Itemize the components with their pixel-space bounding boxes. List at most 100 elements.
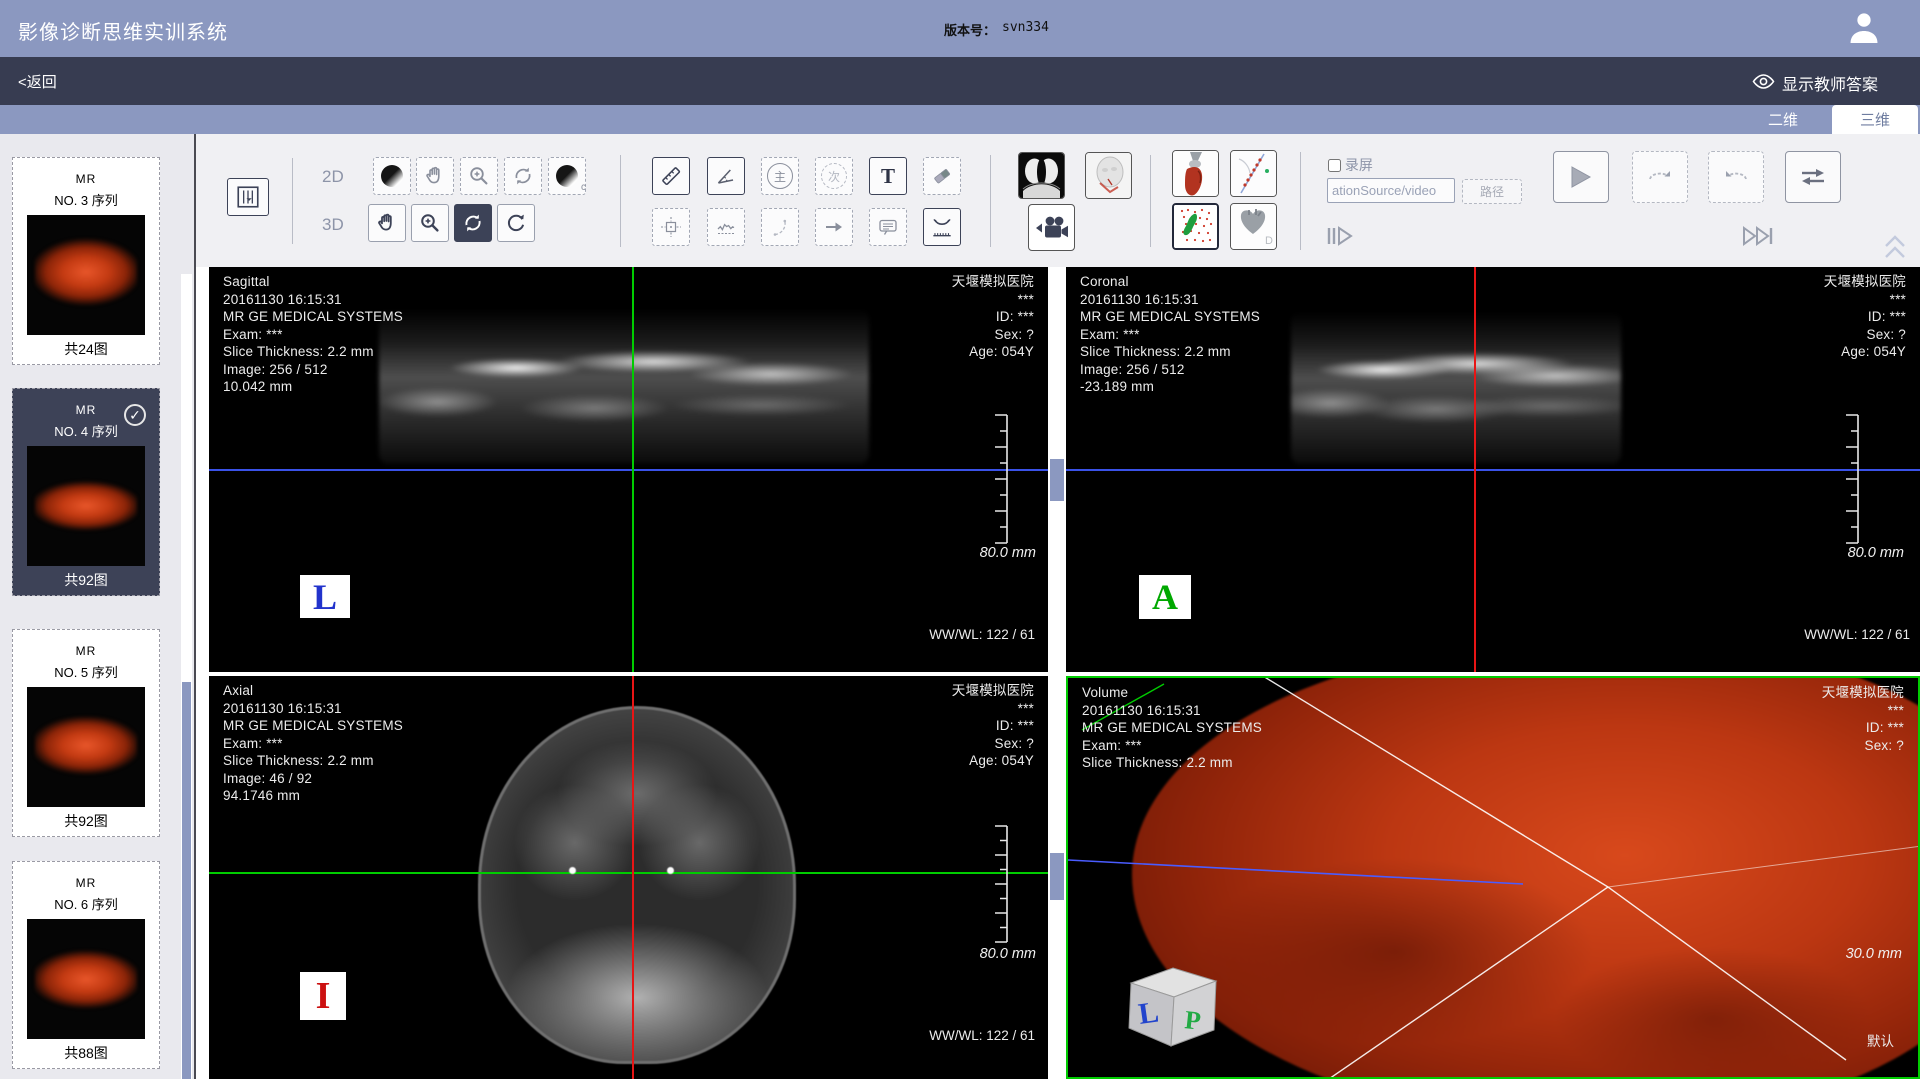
- scale-label: 30.0 mm: [1846, 946, 1902, 962]
- ruler-tool[interactable]: [652, 157, 690, 195]
- head-preset-button[interactable]: [1085, 152, 1132, 199]
- pan-tool-2d[interactable]: [416, 157, 454, 195]
- version-label: 版本号：: [944, 20, 996, 39]
- viewport-coronal[interactable]: Coronal 20161130 16:15:31 MR GE MEDICAL …: [1066, 267, 1920, 672]
- crosshair-horizontal-blue[interactable]: [209, 469, 1048, 471]
- knee-icon: [1173, 151, 1218, 196]
- lung-preset-button[interactable]: [1018, 152, 1065, 199]
- knee-preset-button[interactable]: [1172, 150, 1219, 197]
- tab-2d[interactable]: 二维: [1748, 105, 1818, 134]
- crosshair-vertical-red[interactable]: [632, 676, 634, 1079]
- zoom-tool-2d[interactable]: [460, 157, 498, 195]
- heart-preset-button[interactable]: D: [1230, 203, 1277, 250]
- text-annotation-tool[interactable]: T: [869, 157, 907, 195]
- patient-age: Age: 054Y: [1824, 343, 1906, 361]
- path-button[interactable]: 路径: [1462, 179, 1522, 204]
- series-card-3[interactable]: MR NO. 3 序列 共24图: [12, 157, 160, 365]
- rotate-ccw-icon: [1722, 165, 1750, 189]
- arrow-annotation-tool[interactable]: [815, 208, 853, 246]
- secondary-roi-tool[interactable]: 次: [815, 157, 853, 195]
- series-card-6[interactable]: MR NO. 6 序列 共88图: [12, 861, 160, 1069]
- axial-slice-scrollbar[interactable]: [1050, 853, 1064, 900]
- refresh-tool-2d[interactable]: [504, 157, 542, 195]
- comment-annotation-tool[interactable]: [869, 208, 907, 246]
- header-bar: 影像诊断思维实训系统 版本号： svn334: [0, 0, 1920, 57]
- viewport-title: Sagittal: [223, 273, 403, 291]
- patient-id: ID: ***: [952, 717, 1034, 735]
- export-video-button[interactable]: [1028, 204, 1075, 251]
- patient-sex: Sex: ?: [1824, 326, 1906, 344]
- eraser-tool[interactable]: [923, 157, 961, 195]
- window-level-reset-tool-2d[interactable]: c: [548, 157, 586, 195]
- viewport-sagittal[interactable]: Sagittal 20161130 16:15:31 MR GE MEDICAL…: [209, 267, 1048, 672]
- volume-patient-block: 天堰模拟医院 *** ID: *** Sex: ?: [1822, 684, 1904, 754]
- rotate-tool-3d-active[interactable]: [454, 204, 492, 242]
- ruler-icon: [658, 163, 684, 189]
- sagittal-slice-scrollbar[interactable]: [1050, 459, 1064, 501]
- profile-curve-icon: [714, 215, 738, 239]
- series-count: 共92图: [13, 811, 159, 831]
- curve-tool[interactable]: [761, 208, 799, 246]
- viewport-volume-3d[interactable]: L P Volume 20161130 16:15:31 MR GE MEDIC…: [1066, 676, 1920, 1079]
- tab-3d[interactable]: 三维: [1832, 105, 1918, 134]
- vessel-preset-button-active[interactable]: [1172, 203, 1219, 250]
- volume-thumb-render: [35, 237, 137, 313]
- hospital-name: 天堰模拟医院: [1824, 273, 1906, 291]
- vessel-icon: [1174, 205, 1217, 248]
- patient-id: ID: ***: [952, 308, 1034, 326]
- foot-preset-button[interactable]: [1230, 150, 1277, 197]
- rotate-cw-button[interactable]: [1632, 151, 1688, 203]
- heart-icon: D: [1231, 204, 1276, 249]
- crosshair-horizontal-green[interactable]: [209, 872, 1048, 874]
- hand-icon: [423, 164, 447, 188]
- zoom-tool-3d[interactable]: [411, 204, 449, 242]
- main-roi-tool[interactable]: 主: [761, 157, 799, 195]
- video-path-input[interactable]: [1327, 178, 1455, 203]
- orientation-cube[interactable]: L P: [1126, 966, 1222, 1050]
- series-count: 共88图: [13, 1043, 159, 1063]
- wwwl-label: WW/WL: 122 / 61: [1804, 627, 1910, 642]
- localize-tool[interactable]: [652, 208, 690, 246]
- crosshair-vertical-red[interactable]: [1474, 267, 1476, 672]
- hospital-name: 天堰模拟医院: [952, 273, 1034, 291]
- angle-tool[interactable]: [707, 157, 745, 195]
- slider-end-control[interactable]: [1742, 226, 1774, 246]
- cube-face-P: P: [1183, 1005, 1202, 1036]
- curve-measure-icon: [929, 214, 955, 240]
- device-name: MR GE MEDICAL SYSTEMS: [1080, 308, 1260, 326]
- crosshair-horizontal-blue[interactable]: [1066, 469, 1920, 471]
- series-thumbnail: [27, 919, 145, 1039]
- series-card-4-selected[interactable]: MR NO. 4 序列 共92图 ✓: [12, 388, 160, 596]
- study-datetime: 20161130 16:15:31: [223, 700, 403, 718]
- show-teacher-answer-button[interactable]: 显示教师答案: [1782, 71, 1878, 95]
- series-card-5[interactable]: MR NO. 5 序列 共92图: [12, 629, 160, 837]
- user-avatar-icon[interactable]: [1845, 8, 1883, 48]
- version-value: svn334: [1002, 20, 1049, 35]
- curve-measure-tool[interactable]: [923, 208, 961, 246]
- patient-age: Age: 054Y: [952, 343, 1034, 361]
- record-checkbox[interactable]: [1328, 159, 1341, 172]
- crosshair-vertical-green[interactable]: [632, 267, 634, 672]
- pan-tool-3d[interactable]: [368, 204, 406, 242]
- patient-name: ***: [1822, 702, 1904, 720]
- viewport-axial[interactable]: Axial 20161130 16:15:31 MR GE MEDICAL SY…: [209, 676, 1048, 1079]
- series-name: NO. 6 序列: [13, 894, 159, 913]
- exam-label: Exam: ***: [1082, 737, 1262, 755]
- sidebar-scrollbar-thumb[interactable]: [182, 682, 191, 1079]
- rotate-ccw-button[interactable]: [1708, 151, 1764, 203]
- slider-start-control[interactable]: [1326, 226, 1356, 246]
- back-button[interactable]: <返回: [18, 71, 57, 92]
- swap-direction-button[interactable]: [1785, 151, 1841, 203]
- profile-curve-tool[interactable]: [707, 208, 745, 246]
- scale-label: 80.0 mm: [980, 946, 1036, 962]
- record-section: 录屏: [1328, 155, 1373, 175]
- reset-rotation-tool-3d[interactable]: [497, 204, 535, 242]
- window-level-tool-2d[interactable]: [373, 157, 411, 195]
- exam-label: Exam: ***: [223, 735, 403, 753]
- layout-selector-button[interactable]: [227, 178, 269, 216]
- play-button[interactable]: [1553, 151, 1609, 203]
- coronal-patient-block: 天堰模拟医院 *** ID: *** Sex: ? Age: 054Y: [1824, 273, 1906, 361]
- toolbar-divider: [1150, 155, 1151, 247]
- app-window: 影像诊断思维实训系统 版本号： svn334 <返回 显示教师答案 二维 三维 …: [0, 0, 1920, 1079]
- collapse-toolbar-chevron[interactable]: [1884, 234, 1906, 260]
